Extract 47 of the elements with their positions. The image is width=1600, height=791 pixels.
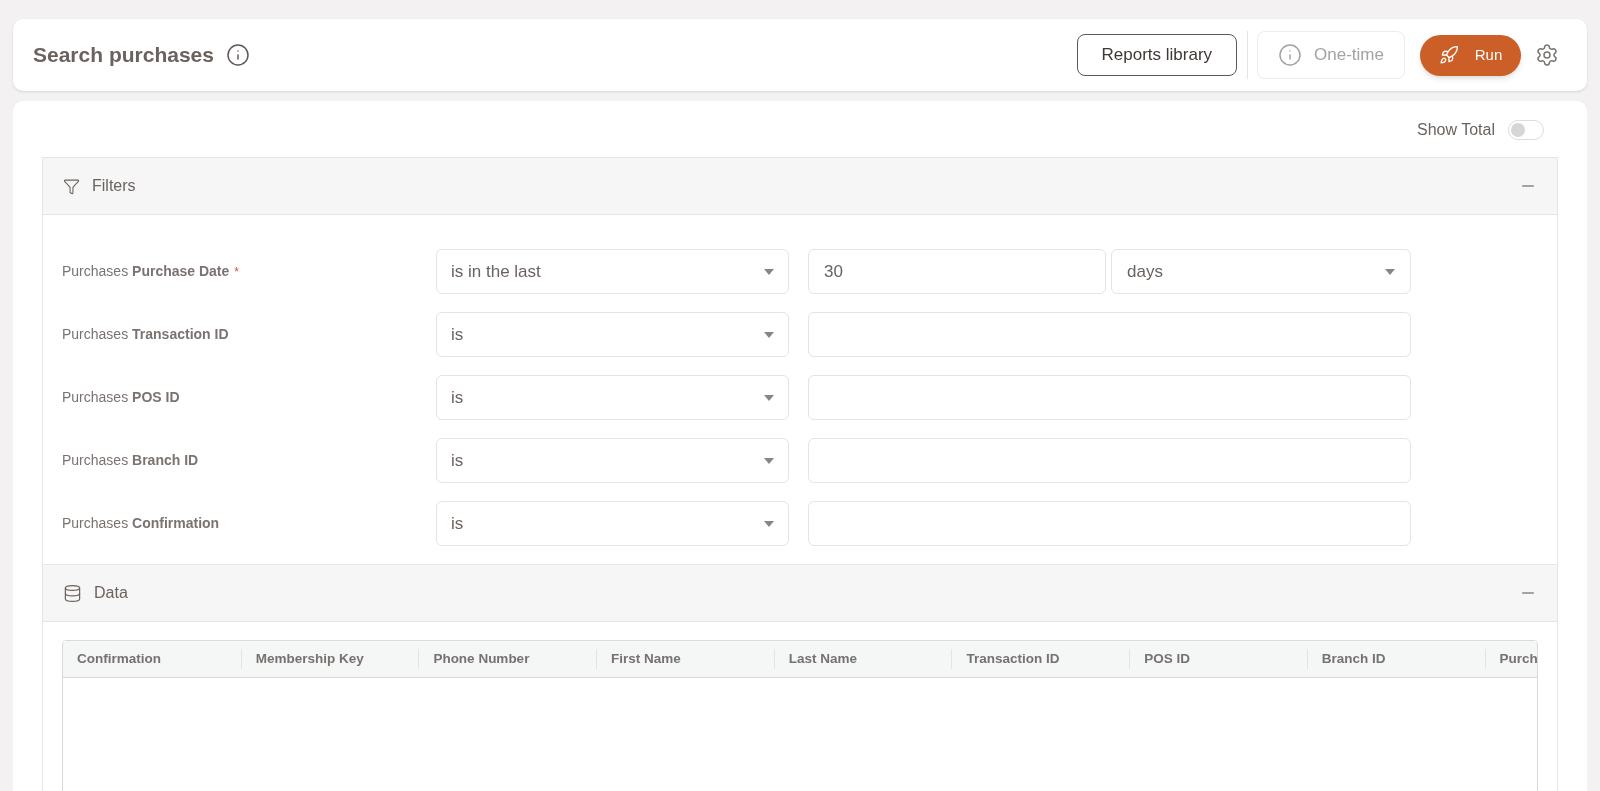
column-header[interactable]: Confirmation — [63, 648, 161, 670]
database-icon — [63, 583, 82, 603]
column-header[interactable]: Membership Key — [241, 648, 364, 670]
column-header[interactable]: Transaction ID — [952, 648, 1060, 670]
operator-select[interactable]: is — [436, 375, 789, 420]
filter-label: Purchases Transaction ID — [62, 325, 229, 344]
filter-label: Purchases Branch ID — [62, 451, 199, 470]
value-field[interactable] — [808, 375, 1411, 420]
operator-select[interactable]: is — [436, 501, 789, 546]
value-field[interactable] — [808, 438, 1411, 483]
required-mark: * — [234, 263, 239, 281]
settings-icon[interactable] — [1535, 43, 1559, 67]
caret-icon — [764, 331, 774, 338]
filter-label: Purchases Purchase Date — [62, 262, 230, 281]
unit-select[interactable]: days — [1111, 249, 1411, 294]
column-header[interactable]: Purch — [1485, 648, 1537, 670]
rocket-icon — [1438, 45, 1459, 65]
column-header[interactable]: Phone Number — [419, 648, 530, 670]
section-header[interactable]: Filters — [43, 158, 1557, 215]
filter-label: Purchases POS ID — [62, 388, 180, 407]
operator-select[interactable]: is in the last — [436, 249, 789, 294]
filter-icon — [63, 177, 80, 195]
column-header[interactable]: Branch ID — [1307, 648, 1386, 670]
column-header[interactable]: POS ID — [1130, 648, 1190, 670]
caret-icon — [764, 520, 774, 527]
caret-icon — [1385, 268, 1395, 275]
section-title: Filters — [92, 176, 136, 196]
operator-select[interactable]: is — [436, 438, 789, 483]
page-title: Search purchases — [33, 42, 214, 69]
info-icon — [1278, 43, 1303, 67]
show-total-label: Show Total — [1417, 120, 1495, 140]
value-field[interactable] — [808, 501, 1411, 546]
caret-icon — [764, 268, 774, 275]
run-button[interactable]: Run — [1420, 34, 1521, 76]
column-header[interactable]: Last Name — [774, 648, 858, 670]
value-field[interactable]: 30 — [808, 249, 1106, 294]
column-header[interactable]: First Name — [597, 648, 681, 670]
caret-icon — [764, 457, 774, 464]
filter-label: Purchases Confirmation — [62, 514, 220, 533]
value-field[interactable] — [808, 312, 1411, 357]
show-total-toggle[interactable] — [1508, 120, 1544, 140]
section-header[interactable]: Data — [43, 565, 1557, 622]
section-title: Data — [94, 583, 128, 603]
operator-select[interactable]: is — [436, 312, 789, 357]
info-icon[interactable] — [225, 43, 250, 67]
reports-library-button[interactable]: Reports library — [1076, 34, 1238, 76]
caret-icon — [764, 394, 774, 401]
